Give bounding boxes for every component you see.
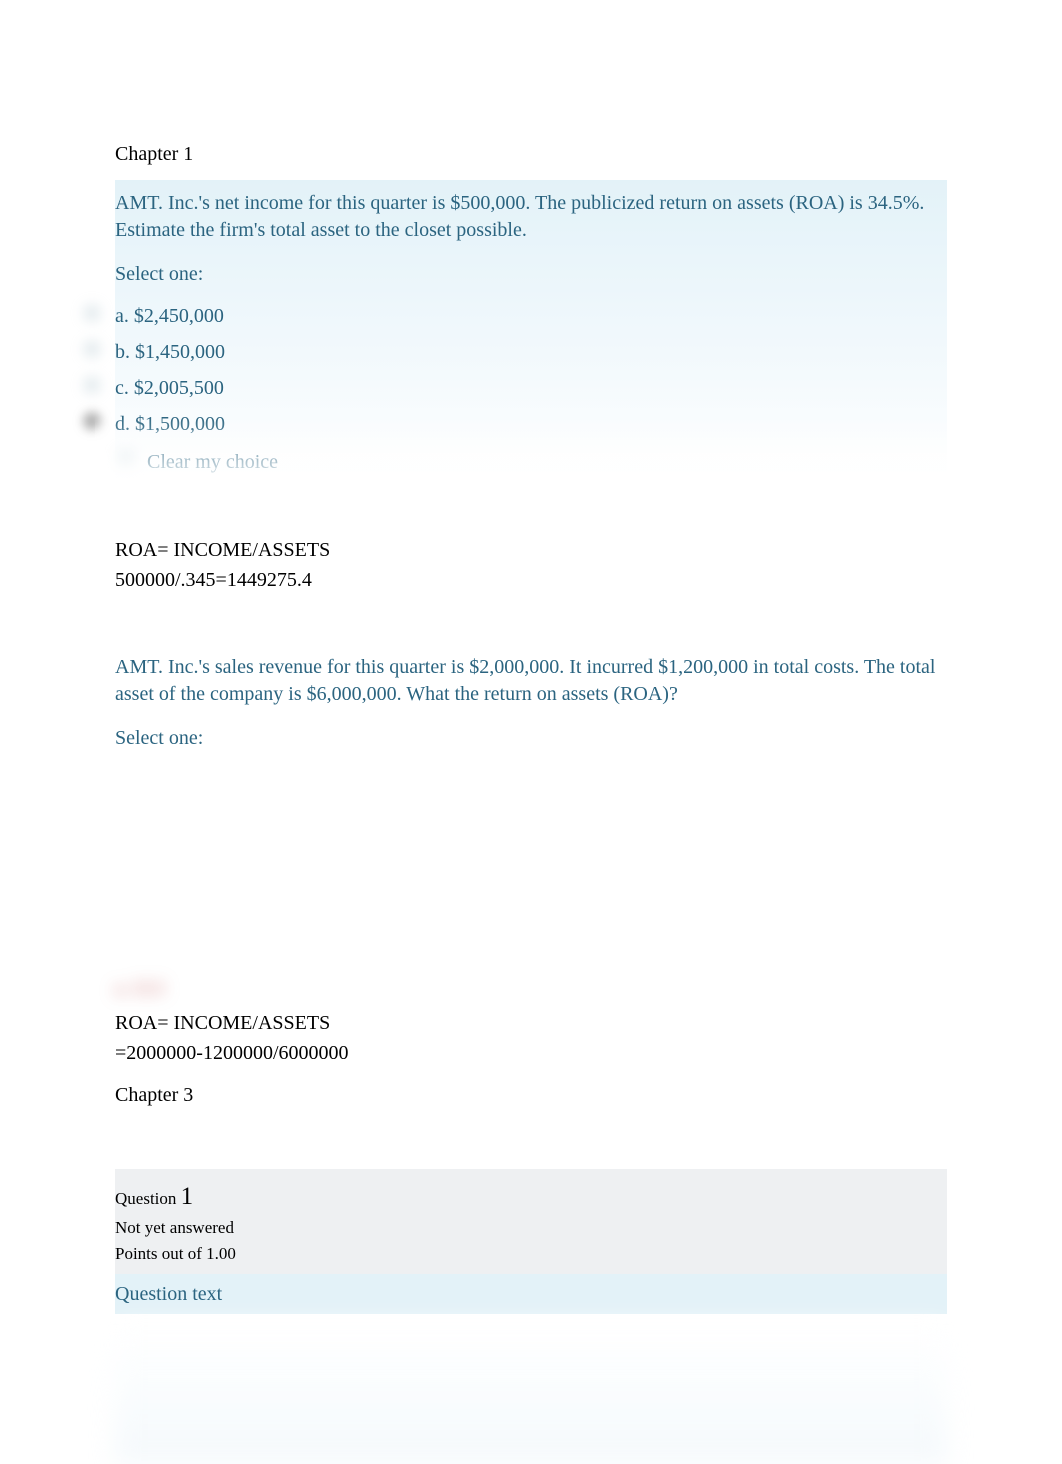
option-label: a. $2,450,000 — [115, 305, 224, 327]
question-1-options: a. $2,450,000 b. $1,450,000 c. $2,005,50… — [115, 302, 947, 476]
question-1-text: AMT. Inc.'s net income for this quarter … — [115, 190, 947, 244]
radio-icon — [83, 412, 101, 430]
notes-line: ROA= INCOME/ASSETS — [115, 1009, 947, 1037]
notes-line: =2000000-1200000/6000000 — [115, 1039, 947, 1067]
chapter-3-heading: Chapter 3 — [115, 1081, 947, 1109]
question-points: Points out of 1.00 — [115, 1242, 947, 1266]
question-number-row: Question 1 — [115, 1179, 947, 1214]
select-one-label: Select one: — [115, 260, 947, 288]
notes-line: ROA= INCOME/ASSETS — [115, 536, 947, 564]
clear-choice-row: Clear my choice — [115, 448, 947, 476]
radio-icon — [83, 304, 101, 322]
option-c[interactable]: c. $2,005,500 — [115, 374, 947, 402]
blurred-answer: a. 13.3 — [115, 976, 947, 1001]
radio-icon — [83, 340, 101, 358]
option-d[interactable]: d. $1,500,000 — [115, 410, 947, 438]
blurred-content-area — [115, 1324, 947, 1464]
question-2-block: AMT. Inc.'s sales revenue for this quart… — [115, 644, 947, 776]
clear-my-choice-link[interactable]: Clear my choice — [147, 451, 278, 473]
clear-icon — [117, 450, 135, 468]
notes-line: 500000/.345=1449275.4 — [115, 566, 947, 594]
option-b[interactable]: b. $1,450,000 — [115, 338, 947, 366]
question-number: 1 — [181, 1183, 194, 1210]
question-info-block: Question 1 Not yet answered Points out o… — [115, 1169, 947, 1274]
option-label: c. $2,005,500 — [115, 377, 224, 399]
select-one-label: Select one: — [115, 724, 947, 752]
option-a[interactable]: a. $2,450,000 — [115, 302, 947, 330]
notes-2: ROA= INCOME/ASSETS =2000000-1200000/6000… — [115, 1009, 947, 1067]
question-status: Not yet answered — [115, 1216, 947, 1240]
radio-icon — [83, 376, 101, 394]
option-label: b. $1,450,000 — [115, 341, 225, 363]
question-text-header: Question text — [115, 1274, 947, 1314]
question-label: Question — [115, 1189, 181, 1208]
question-1-block: AMT. Inc.'s net income for this quarter … — [115, 180, 947, 486]
question-2-text: AMT. Inc.'s sales revenue for this quart… — [115, 654, 947, 708]
notes-1: ROA= INCOME/ASSETS 500000/.345=1449275.4 — [115, 536, 947, 594]
chapter-1-heading: Chapter 1 — [115, 140, 947, 168]
option-label: d. $1,500,000 — [115, 413, 225, 435]
